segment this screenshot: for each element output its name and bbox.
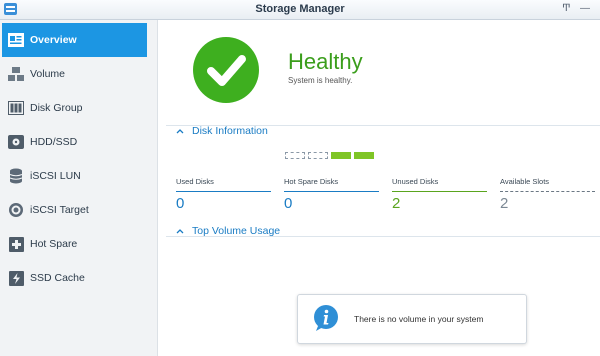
hdd-icon — [8, 134, 24, 150]
stat-underline — [284, 191, 379, 192]
sidebar-item-label: Hot Spare — [30, 238, 78, 250]
sidebar-item-ssd-cache[interactable]: SSD Cache — [2, 261, 147, 295]
sidebar-item-iscsi-lun[interactable]: iSCSI LUN — [2, 159, 147, 193]
notice-text: There is no volume in your system — [354, 314, 484, 324]
chevron-up-icon — [176, 126, 184, 136]
stat-hot-spare-disks: Hot Spare Disks 0 — [284, 177, 379, 212]
stat-available-slots: Available Slots 2 — [500, 177, 595, 212]
check-icon — [193, 37, 259, 103]
ssd-cache-icon — [8, 270, 24, 286]
disk-group-icon — [8, 100, 24, 116]
top-volume-usage-header[interactable]: Top Volume Usage — [176, 225, 280, 237]
pin-icon[interactable]: Ͳ — [562, 3, 571, 14]
sidebar-item-label: SSD Cache — [30, 272, 85, 284]
overview-panel: Healthy System is healthy. Disk Informat… — [158, 20, 600, 356]
stat-underline — [392, 191, 487, 192]
volume-icon — [8, 66, 24, 82]
disk-slot-empty — [308, 152, 328, 159]
sidebar-item-hdd-ssd[interactable]: HDD/SSD — [2, 125, 147, 159]
sidebar-item-label: iSCSI Target — [30, 204, 89, 216]
disk-information-header[interactable]: Disk Information — [176, 125, 268, 137]
disk-slot-unused — [354, 152, 374, 159]
sidebar-item-disk-group[interactable]: Disk Group — [2, 91, 147, 125]
iscsi-lun-icon — [8, 168, 24, 184]
hot-spare-icon — [8, 236, 24, 252]
stat-value: 2 — [500, 195, 509, 212]
iscsi-target-icon — [8, 202, 24, 218]
health-status-title: Healthy — [288, 49, 363, 74]
stat-value: 0 — [284, 195, 293, 212]
section-title: Top Volume Usage — [192, 225, 281, 237]
window-titlebar: Storage Manager Ͳ — — [0, 0, 600, 20]
stat-label: Hot Spare Disks — [284, 177, 339, 186]
sidebar-item-label: Disk Group — [30, 102, 83, 114]
stat-underline — [500, 191, 595, 192]
sidebar-item-label: Overview — [30, 34, 77, 46]
stat-label: Used Disks — [176, 177, 214, 186]
stat-underline — [176, 191, 271, 192]
sidebar-item-label: Volume — [30, 68, 66, 80]
disk-slot-unused — [331, 152, 351, 159]
stat-label: Available Slots — [500, 177, 550, 186]
minimize-button[interactable]: — — [580, 3, 590, 14]
health-status-subtitle: System is healthy. — [288, 76, 353, 85]
stat-used-disks: Used Disks 0 — [176, 177, 271, 212]
sidebar-item-label: iSCSI LUN — [30, 170, 81, 182]
stat-value: 2 — [392, 195, 401, 212]
info-icon — [314, 305, 338, 331]
disk-slot-empty — [285, 152, 305, 159]
section-title: Disk Information — [192, 125, 268, 137]
sidebar-item-overview[interactable]: Overview — [2, 23, 147, 57]
no-volume-notice: There is no volume in your system — [297, 294, 527, 344]
stat-unused-disks: Unused Disks 2 — [392, 177, 487, 212]
sidebar-item-volume[interactable]: Volume — [2, 57, 147, 91]
sidebar-item-label: HDD/SSD — [30, 136, 78, 148]
stat-label: Unused Disks — [392, 177, 439, 186]
sidebar-item-hot-spare[interactable]: Hot Spare — [2, 227, 147, 261]
overview-icon — [8, 32, 24, 48]
sidebar-item-iscsi-target[interactable]: iSCSI Target — [2, 193, 147, 227]
stat-value: 0 — [176, 195, 185, 212]
window-title: Storage Manager — [255, 3, 345, 15]
chevron-up-icon — [176, 226, 184, 236]
sidebar: Overview Volume Disk Group HDD/SSD iSCSI… — [0, 20, 158, 356]
